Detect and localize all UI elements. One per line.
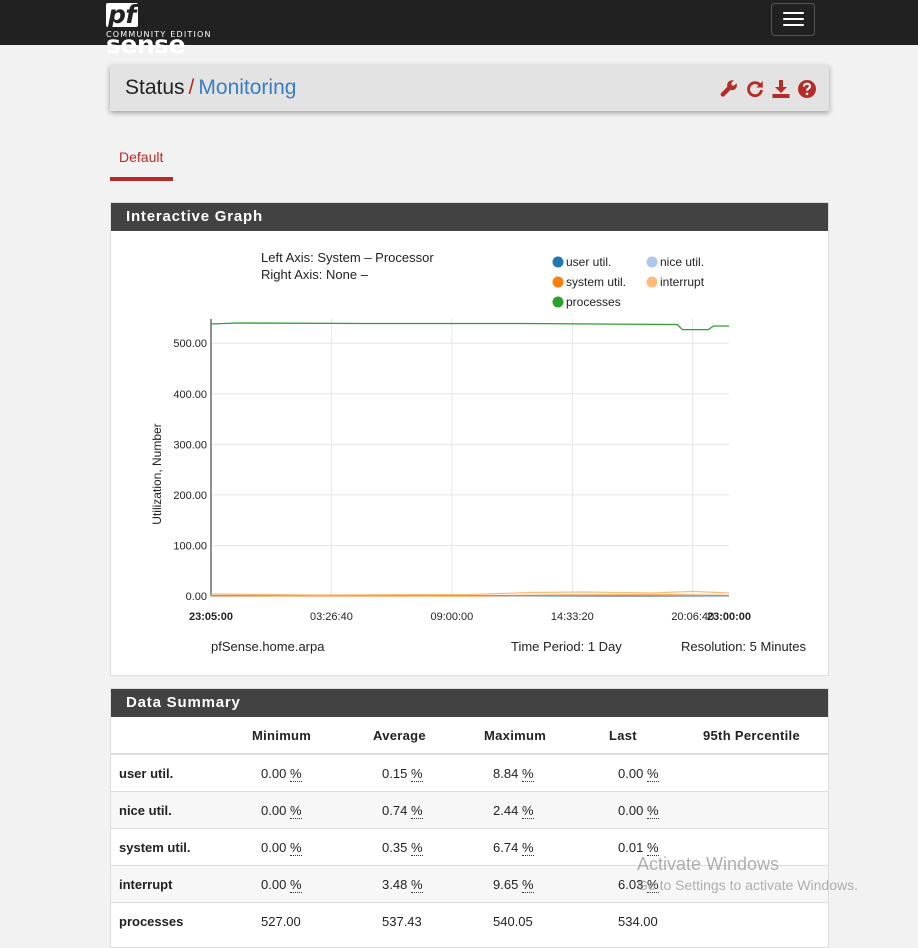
row-label: user util. (111, 754, 252, 792)
refresh-icon[interactable] (745, 79, 765, 99)
y-tick-label: 500.00 (173, 338, 207, 350)
cell-p95 (703, 754, 828, 792)
legend-swatch (647, 277, 658, 288)
cell-max: 9.65 % (484, 866, 609, 903)
logo-edition: COMMUNITY EDITION (106, 30, 212, 39)
legend-label: nice util. (660, 255, 704, 269)
cell-min: 527.00 (252, 903, 373, 940)
tab-default[interactable]: Default (110, 140, 173, 181)
hamburger-icon (783, 12, 804, 14)
help-icon[interactable] (797, 79, 817, 99)
top-navbar: pfsense COMMUNITY EDITION (0, 0, 918, 45)
unit-abbr: % (290, 766, 302, 782)
y-tick-label: 100.00 (173, 540, 207, 552)
col-header-average: Average (373, 717, 484, 754)
y-tick-label: 300.00 (173, 439, 207, 451)
x-tick-label: 09:00:00 (430, 611, 473, 623)
cell-max: 2.44 % (484, 792, 609, 829)
breadcrumb-status[interactable]: Status (125, 76, 185, 99)
cell-min: 0.00 % (252, 754, 373, 792)
summary-header-row: Minimum Average Maximum Last 95th Percen… (111, 717, 828, 754)
data-summary-panel: Data Summary Minimum Average Maximum Las… (110, 688, 829, 948)
summary-table: Minimum Average Maximum Last 95th Percen… (111, 717, 828, 939)
series-line-processes (211, 323, 729, 330)
cell-min: 0.00 % (252, 866, 373, 903)
cell-last: 534.00 (609, 903, 703, 940)
cell-p95 (703, 866, 828, 903)
y-tick-label: 200.00 (173, 490, 207, 502)
cell-max: 540.05 (484, 903, 609, 940)
row-label: system util. (111, 829, 252, 866)
resolution: Resolution: 5 Minutes (681, 639, 807, 654)
cell-min: 0.00 % (252, 829, 373, 866)
graph-panel-title: Interactive Graph (111, 203, 828, 231)
chart-lines (211, 323, 729, 596)
chart-legend: user util. nice util. system util. interrup… (553, 255, 705, 309)
cell-last: 6.03 % (609, 866, 703, 903)
table-row: system util. 0.00 % 0.35 % 6.74 % 0.01 % (111, 829, 828, 866)
table-row: user util. 0.00 % 0.15 % 8.84 % 0.00 % (111, 754, 828, 792)
interactive-graph-panel: Interactive Graph 0.00 100.00 200.00 300.00… (110, 202, 829, 676)
processor-chart: 0.00 100.00 200.00 300.00 400.00 500.00 23:05:… (111, 231, 828, 675)
col-header-maximum: Maximum (484, 717, 609, 754)
chart-grid (211, 319, 729, 596)
cell-p95 (703, 829, 828, 866)
y-tick-label: 400.00 (173, 389, 207, 401)
cell-avg: 537.43 (373, 903, 484, 940)
cell-avg: 0.35 % (373, 829, 484, 866)
row-label: processes (111, 903, 252, 940)
row-label: nice util. (111, 792, 252, 829)
cell-max: 6.74 % (484, 829, 609, 866)
table-row: interrupt 0.00 % 3.48 % 9.65 % 6.03 % (111, 866, 828, 903)
cell-last: 0.01 % (609, 829, 703, 866)
chart-axes: 0.00 100.00 200.00 300.00 400.00 500.00 23:05:… (173, 319, 751, 623)
left-axis-caption: Left Axis: System – Processor (261, 250, 434, 265)
row-label: interrupt (111, 866, 252, 903)
wrench-icon[interactable] (719, 79, 739, 99)
x-tick-label: 03:26:40 (310, 611, 353, 623)
tab-default-label: Default (119, 149, 163, 165)
summary-panel-title: Data Summary (111, 689, 828, 717)
cell-last: 0.00 % (609, 754, 703, 792)
page-header: Status/Monitoring (110, 65, 829, 111)
x-tick-label: 23:00:00 (707, 611, 751, 623)
y-axis-label: Utilization, Number (150, 423, 164, 524)
col-header-95th: 95th Percentile (703, 717, 828, 754)
host-name: pfSense.home.arpa (211, 639, 325, 654)
time-period: Time Period: 1 Day (511, 639, 622, 654)
legend-label: processes (566, 295, 621, 309)
cell-avg: 0.74 % (373, 792, 484, 829)
cell-max: 8.84 % (484, 754, 609, 792)
cell-avg: 3.48 % (373, 866, 484, 903)
cell-p95 (703, 792, 828, 829)
cell-p95 (703, 903, 828, 940)
legend-label: system util. (566, 275, 626, 289)
x-tick-label: 14:33:20 (551, 611, 594, 623)
col-header-last: Last (609, 717, 703, 754)
header-actions (713, 79, 817, 99)
pfsense-logo[interactable]: pfsense COMMUNITY EDITION (106, 0, 216, 42)
logo-pf-mark: pf (106, 3, 138, 27)
col-header-minimum: Minimum (252, 717, 373, 754)
cell-min: 0.00 % (252, 792, 373, 829)
legend-swatch (553, 297, 564, 308)
breadcrumb-separator: / (189, 76, 195, 99)
breadcrumb: Status/Monitoring (125, 76, 296, 100)
x-tick-label: 23:05:00 (189, 611, 233, 623)
legend-swatch (647, 257, 658, 268)
right-axis-caption: Right Axis: None – (261, 267, 369, 282)
download-icon[interactable] (771, 79, 791, 99)
legend-label: interrupt (660, 275, 705, 289)
table-row: nice util. 0.00 % 0.74 % 2.44 % 0.00 % (111, 792, 828, 829)
table-row: processes 527.00 537.43 540.05 534.00 (111, 903, 828, 940)
legend-swatch (553, 277, 564, 288)
legend-swatch (553, 257, 564, 268)
cell-last: 0.00 % (609, 792, 703, 829)
cell-avg: 0.15 % (373, 754, 484, 792)
breadcrumb-monitoring[interactable]: Monitoring (198, 76, 296, 99)
y-tick-label: 0.00 (186, 591, 207, 603)
col-header-label (111, 717, 252, 754)
legend-label: user util. (566, 255, 611, 269)
menu-toggle-button[interactable] (771, 3, 815, 36)
